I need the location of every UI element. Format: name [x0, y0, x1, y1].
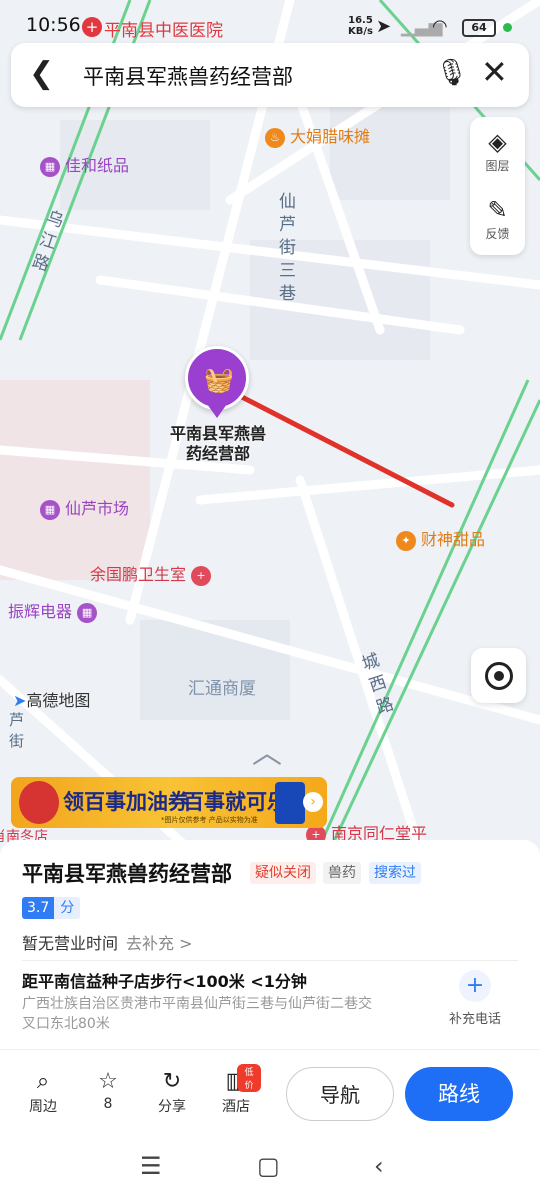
amap-brand-text: 高德地图 [26, 691, 91, 710]
back-icon[interactable]: ❮ [29, 57, 54, 91]
menu-icon[interactable]: ☰ [140, 1152, 162, 1180]
pin-tip [207, 404, 227, 418]
poi-clinic[interactable]: 余国鹏卫生室 + [90, 561, 216, 586]
locate-me-button[interactable] [471, 648, 526, 703]
add-hours-link[interactable]: 去补充 > [126, 934, 193, 953]
map-tools-panel: ◈ 图层 ✎ 反馈 [470, 117, 525, 255]
navigate-button[interactable]: 导航 [286, 1067, 394, 1121]
appliance-icon: ▦ [77, 602, 98, 623]
battery-indicator: 64 [462, 19, 496, 37]
nearby-label: 周边 [29, 1099, 57, 1115]
poi-label: 财神甜品 [421, 530, 486, 549]
basket-icon: 🧺 [204, 366, 234, 394]
action-bar: ⌕ 周边 ☆ 8 ↻ 分享 ▥ 酒店 低价 导航 路线 [0, 1050, 540, 1136]
divider [22, 960, 518, 961]
locate-icon [485, 662, 513, 690]
notification-text: 平南县中医医院 [104, 21, 223, 41]
network-speed: 16.5 KB/s [348, 15, 373, 37]
selected-place-pin[interactable]: 🧺 [185, 346, 249, 410]
pin-label: 平南县军燕兽药经营部 [169, 424, 266, 463]
tag-suspected-closed: 疑似关闭 [250, 862, 316, 884]
clock: 10:56 [26, 14, 81, 36]
network-speed-value: 16.5 [348, 15, 373, 26]
share-button[interactable]: ↻ 分享 [147, 1068, 197, 1116]
nearby-button[interactable]: ⌕ 周边 [18, 1068, 68, 1116]
poi-label: 大娟腊味摊 [290, 127, 371, 146]
chevron-right-icon[interactable]: › [303, 792, 323, 812]
layers-label: 图层 [485, 159, 510, 173]
street-label: 仙芦街三巷 [275, 192, 295, 307]
hours-text: 暂无营业时间 [22, 934, 119, 953]
home-icon[interactable]: ▢ [257, 1152, 280, 1180]
wifi-icon: ◠ [432, 16, 448, 37]
place-name: 平南县军燕兽药经营部 [22, 862, 232, 886]
hotel-label: 酒店 [222, 1099, 250, 1115]
privacy-dot [503, 23, 512, 32]
layers-button[interactable]: ◈ 图层 [470, 127, 525, 174]
amap-logo-icon: ➤ [13, 691, 27, 710]
poi-huitong[interactable]: 汇通商厦 [188, 674, 256, 699]
location-arrow-icon: ➤ [376, 16, 392, 37]
status-bar: 10:56 + 平南县中医医院 16.5 KB/s ➤ ▁▃▅ ◠ 64 [0, 0, 540, 46]
edit-icon: ✎ [487, 196, 508, 224]
hospital-notification-icon: + [82, 17, 102, 37]
poi-label: 余国鹏卫生室 [90, 565, 187, 584]
poi-caishen[interactable]: ✦ 财神甜品 [396, 526, 485, 551]
poi-jiahe[interactable]: ▦ 佳和纸品 [40, 152, 129, 177]
banner-fine-print: *图片仅供参考 产品以实物为准 [161, 816, 258, 824]
amap-logo: ➤高德地图 [13, 687, 90, 711]
poi-label: 汇通商厦 [188, 679, 256, 699]
feedback-label: 反馈 [485, 227, 510, 241]
poi-xianlu-market[interactable]: ▦ 仙芦市场 [40, 495, 129, 520]
share-icon: ↻ [162, 1069, 182, 1094]
pepsi-can-image [275, 782, 305, 824]
street-label: 芦街 [7, 712, 25, 754]
banner-text-right: 百事就可乐 [183, 790, 288, 814]
hotel-badge: 低价 [237, 1064, 261, 1092]
chevron-up-icon[interactable]: ︿ [252, 728, 282, 772]
poi-label: 佳和纸品 [65, 156, 130, 175]
poi-zhenhui[interactable]: 振辉电器 ▦ [8, 598, 102, 623]
search-input[interactable]: 平南县军燕兽药经营部 [83, 61, 293, 91]
market-icon: ▦ [40, 499, 60, 520]
star-icon: ☆ [98, 1069, 118, 1094]
layers-icon: ◈ [488, 128, 507, 156]
network-speed-unit: KB/s [348, 26, 373, 37]
clinic-icon: + [191, 565, 212, 586]
microphone-icon[interactable]: 🎙 [435, 58, 468, 88]
plus-icon: + [459, 970, 491, 1002]
hotel-button[interactable]: ▥ 酒店 低价 [211, 1064, 261, 1116]
rating-badge: 3.7 分 [22, 897, 81, 919]
feedback-button[interactable]: ✎ 反馈 [470, 195, 525, 242]
add-phone-button[interactable]: + 补充电话 [440, 970, 510, 1027]
favorite-button[interactable]: ☆ 8 [83, 1068, 133, 1112]
map-view[interactable]: ♨ 大娟腊味摊 ▦ 佳和纸品 ▦ 仙芦市场 ✦ 财神甜品 余国鹏卫生室 + 振辉电器 ▦ 汇… [0, 0, 540, 850]
place-detail-sheet: 平南县军燕兽药经营部 疑似关闭 兽药 搜索过 3.7 分 暂无营业时间 去补充 > … [0, 840, 540, 1050]
mascot-image [19, 781, 59, 824]
search-icon: ⌕ [36, 1069, 50, 1094]
system-nav-bar: ☰ ▢ ‹ [0, 1136, 540, 1199]
add-phone-label: 补充电话 [448, 1012, 501, 1027]
favorite-count: 8 [103, 1096, 113, 1112]
back-nav-icon[interactable]: ‹ [374, 1152, 384, 1180]
close-icon[interactable]: ✕ [481, 53, 508, 91]
rating-unit: 分 [54, 897, 81, 919]
poi-label: 振辉电器 [8, 602, 73, 621]
route-button[interactable]: 路线 [405, 1067, 513, 1121]
tag-searched: 搜索过 [369, 862, 421, 884]
dessert-icon: ✦ [396, 530, 416, 551]
search-bar: ❮ 平南县军燕兽药经营部 🎙 ✕ [11, 43, 529, 107]
shop-icon: ▦ [40, 156, 60, 177]
address-text: 广西壮族自治区贵港市平南县仙芦街三巷与仙芦街二巷交叉口东北80米 [22, 996, 372, 1032]
food-icon: ♨ [265, 127, 285, 148]
opening-hours: 暂无营业时间 去补充 > [22, 930, 193, 954]
rating-score: 3.7 [22, 897, 55, 919]
tag-category: 兽药 [323, 862, 361, 884]
poi-label: 仙芦市场 [65, 499, 130, 518]
promo-banner[interactable]: 领百事加油券 百事就可乐 *图片仅供参考 产品以实物为准 › [11, 777, 327, 828]
poi-dajuan[interactable]: ♨ 大娟腊味摊 [265, 123, 370, 148]
banner-text-left: 领百事加油券 [63, 790, 189, 814]
distance-info: 距平南信益种子店步行<100米 <1分钟 [22, 972, 307, 991]
share-label: 分享 [158, 1099, 186, 1115]
